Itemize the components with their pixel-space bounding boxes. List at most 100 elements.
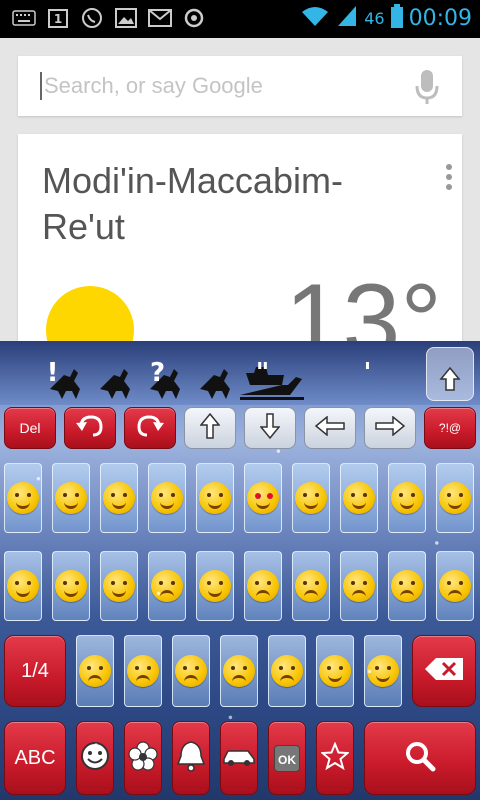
smiley-icon <box>80 741 110 775</box>
undo-key[interactable] <box>64 407 116 449</box>
favorites-key[interactable] <box>316 721 354 795</box>
confounded-face-icon <box>391 570 423 602</box>
disappointed-face-icon <box>343 570 375 602</box>
emoji-key[interactable] <box>148 463 186 533</box>
backspace-key[interactable] <box>412 635 476 707</box>
angry-face-icon <box>175 655 207 687</box>
candidate-3[interactable]: " <box>243 358 283 388</box>
emoji-category-symbols-key[interactable]: OK <box>268 721 306 795</box>
symbols-label: ?!@ <box>438 421 462 435</box>
emoji-key[interactable] <box>220 635 258 707</box>
backspace-icon <box>424 657 464 685</box>
page-indicator: 1/4 <box>21 659 49 682</box>
emoji-key[interactable] <box>316 635 354 707</box>
heart-eyes-face-icon <box>247 482 279 514</box>
emoji-key[interactable] <box>196 463 234 533</box>
del-key[interactable]: Del <box>4 407 56 449</box>
star-icon <box>319 741 351 774</box>
symbols-key[interactable]: ?!@ <box>424 407 476 449</box>
astonished-face-icon <box>367 655 399 687</box>
network-type: 46 <box>364 8 385 28</box>
whatsapp-icon <box>80 7 104 29</box>
candidate-1[interactable]: ! <box>33 358 73 388</box>
search-input[interactable]: Search, or say Google <box>44 73 263 99</box>
temperature: 13° <box>284 263 442 344</box>
screaming-face-icon <box>127 655 159 687</box>
loudly-crying-face-icon <box>271 655 303 687</box>
redo-key[interactable] <box>124 407 176 449</box>
emoji-key[interactable] <box>292 551 330 621</box>
weather-location: Modi'in-Maccabim-Re'ut <box>42 160 343 247</box>
undo-icon <box>75 413 105 443</box>
arrow-right-key[interactable] <box>364 407 416 449</box>
battery-icon <box>390 4 403 32</box>
grimacing-face-icon <box>103 482 135 514</box>
emoji-category-car-key[interactable] <box>220 721 258 795</box>
emoji-category-flower-key[interactable] <box>124 721 162 795</box>
kissing-closed-eyes-icon <box>343 482 375 514</box>
microphone-icon[interactable] <box>414 68 440 106</box>
arrow-up-key[interactable] <box>184 407 236 449</box>
search-key[interactable] <box>364 721 476 795</box>
emoji-key[interactable] <box>4 463 42 533</box>
emoji-key[interactable] <box>436 463 474 533</box>
emoji-key[interactable] <box>52 551 90 621</box>
persevering-face-icon <box>439 570 471 602</box>
winking-face-icon <box>199 482 231 514</box>
emoji-key[interactable] <box>340 551 378 621</box>
smiling-face-icon <box>55 482 87 514</box>
tongue-wink-face-icon <box>55 570 87 602</box>
calendar-icon: 1 <box>46 7 70 29</box>
emoji-key[interactable] <box>388 463 426 533</box>
joy-face-icon <box>319 655 351 687</box>
smirking-face-icon <box>199 570 231 602</box>
candidate-4[interactable]: ' <box>348 358 388 388</box>
emoji-key[interactable] <box>340 463 378 533</box>
bell-icon <box>176 740 206 776</box>
google-search-bar[interactable]: Search, or say Google <box>18 56 462 116</box>
emoji-key[interactable] <box>148 551 186 621</box>
tongue-squint-face-icon <box>103 570 135 602</box>
candidate-2[interactable]: ? <box>138 358 178 388</box>
candidate-bar: ! ? " ' <box>0 341 420 405</box>
emoji-key[interactable] <box>268 635 306 707</box>
emoji-key[interactable] <box>436 551 474 621</box>
arrow-left-key[interactable] <box>304 407 356 449</box>
emoji-key[interactable] <box>100 551 138 621</box>
arrow-up-icon <box>199 412 221 444</box>
emoji-key[interactable] <box>196 551 234 621</box>
emoji-key[interactable] <box>292 463 330 533</box>
overflow-menu-icon[interactable] <box>446 164 452 190</box>
emoji-key[interactable] <box>52 463 90 533</box>
relieved-face-icon <box>151 482 183 514</box>
text-cursor <box>40 72 42 100</box>
emoji-key[interactable] <box>244 463 282 533</box>
weather-card[interactable]: Modi'in-Maccabim-Re'ut 13° <box>18 134 462 344</box>
emoji-key[interactable] <box>364 635 402 707</box>
emoji-key[interactable] <box>388 551 426 621</box>
page-key[interactable]: 1/4 <box>4 635 66 707</box>
emoji-category-smiley-key[interactable] <box>76 721 114 795</box>
emoji-key[interactable] <box>100 463 138 533</box>
emoji-key[interactable] <box>4 551 42 621</box>
crying-face-icon <box>223 655 255 687</box>
arrow-down-key[interactable] <box>244 407 296 449</box>
flower-icon <box>127 740 159 776</box>
emoji-key[interactable] <box>76 635 114 707</box>
shift-key[interactable] <box>426 347 474 401</box>
ok-icon: OK <box>274 744 300 772</box>
emoji-key[interactable] <box>124 635 162 707</box>
del-label: Del <box>19 420 41 436</box>
unamused-face-icon <box>151 570 183 602</box>
sun-icon <box>46 286 134 344</box>
car-icon <box>222 745 256 771</box>
emoji-category-bell-key[interactable] <box>172 721 210 795</box>
satisfied-face-icon <box>439 482 471 514</box>
arrow-down-icon <box>259 412 281 444</box>
abc-key[interactable]: ABC <box>4 721 66 795</box>
clock: 00:09 <box>408 5 472 31</box>
emoji-key[interactable] <box>244 551 282 621</box>
emoji-key[interactable] <box>172 635 210 707</box>
arrow-left-icon <box>314 415 346 440</box>
sweat-face-icon <box>247 570 279 602</box>
